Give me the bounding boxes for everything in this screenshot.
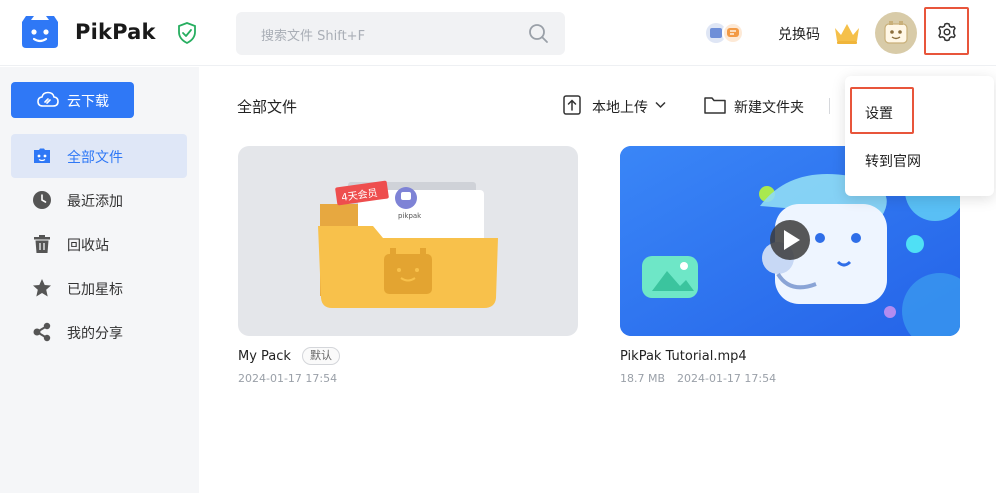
menu-item-official-site[interactable]: 转到官网 — [865, 151, 921, 171]
menu-item-settings[interactable]: 设置 — [850, 87, 914, 134]
sidebar-item-trash[interactable]: 回收站 — [11, 222, 187, 266]
thumb-brand-text: pikpak — [398, 212, 422, 220]
upload-button[interactable]: 本地上传 — [563, 95, 667, 117]
folder-thumbnail: 4天会员 pikpak — [318, 180, 498, 308]
settings-dropdown-menu: 设置 转到官网 — [845, 76, 994, 196]
trash-icon — [34, 235, 50, 253]
gear-icon — [938, 22, 956, 42]
file-size: 18.7 MB — [620, 372, 666, 385]
new-folder-label: 新建文件夹 — [734, 100, 804, 116]
folder-icon — [704, 97, 726, 114]
search-icon[interactable] — [528, 23, 549, 44]
file-date: 2024-01-17 17:54 — [238, 372, 338, 385]
sidebar-item-label: 全部文件 — [67, 150, 123, 166]
sidebar-item-label: 我的分享 — [67, 326, 123, 342]
menu-item-label: 设置 — [865, 106, 893, 122]
notification-icons[interactable] — [704, 21, 746, 45]
toolbar-divider — [829, 98, 830, 114]
sidebar-item-label: 最近添加 — [67, 194, 123, 210]
page-title: 全部文件 — [237, 98, 298, 116]
search-placeholder: 搜索文件 Shift+F — [261, 29, 366, 44]
sidebar-item-shares[interactable]: 我的分享 — [11, 310, 187, 354]
shield-check-icon[interactable] — [177, 22, 197, 44]
folder-bot-icon — [34, 148, 50, 163]
redeem-code-link[interactable]: 兑换码 — [778, 24, 820, 44]
settings-button[interactable] — [924, 7, 969, 55]
cloud-download-button[interactable]: 云下载 — [11, 82, 134, 118]
brand-name: PikPak — [75, 20, 156, 44]
sidebar-item-label: 已加星标 — [67, 282, 123, 298]
sidebar-item-all-files[interactable]: 全部文件 — [11, 134, 187, 178]
avatar-bot-icon — [884, 21, 908, 44]
upload-label: 本地上传 — [592, 100, 648, 116]
new-folder-button[interactable]: 新建文件夹 — [704, 95, 808, 117]
sidebar-item-label: 回收站 — [67, 238, 109, 254]
sidebar: 云下载 全部文件 最近添加 回收站 已加星标 我的分享 — [0, 67, 199, 493]
file-name[interactable]: My Pack — [238, 349, 291, 364]
default-badge: 默认 — [302, 347, 340, 365]
top-bar: PikPak 搜索文件 Shift+F 兑换码 — [0, 0, 996, 66]
pikpak-logo-icon[interactable] — [20, 14, 60, 50]
crown-icon[interactable] — [833, 21, 861, 45]
cloud-download-label: 云下载 — [67, 94, 109, 110]
upload-icon — [563, 95, 581, 115]
star-icon — [33, 279, 51, 297]
avatar[interactable] — [875, 12, 917, 54]
sidebar-item-recent[interactable]: 最近添加 — [11, 178, 187, 222]
search-box[interactable]: 搜索文件 Shift+F — [236, 12, 565, 55]
file-name[interactable]: PikPak Tutorial.mp4 — [620, 349, 747, 364]
clock-icon — [33, 191, 51, 209]
file-date: 2024-01-17 17:54 — [677, 372, 777, 385]
chevron-down-icon — [655, 101, 666, 109]
file-card-my-pack[interactable]: 4天会员 pikpak — [238, 146, 578, 336]
cloud-link-icon — [37, 91, 59, 107]
sidebar-item-starred[interactable]: 已加星标 — [11, 266, 187, 310]
share-icon — [33, 322, 51, 342]
